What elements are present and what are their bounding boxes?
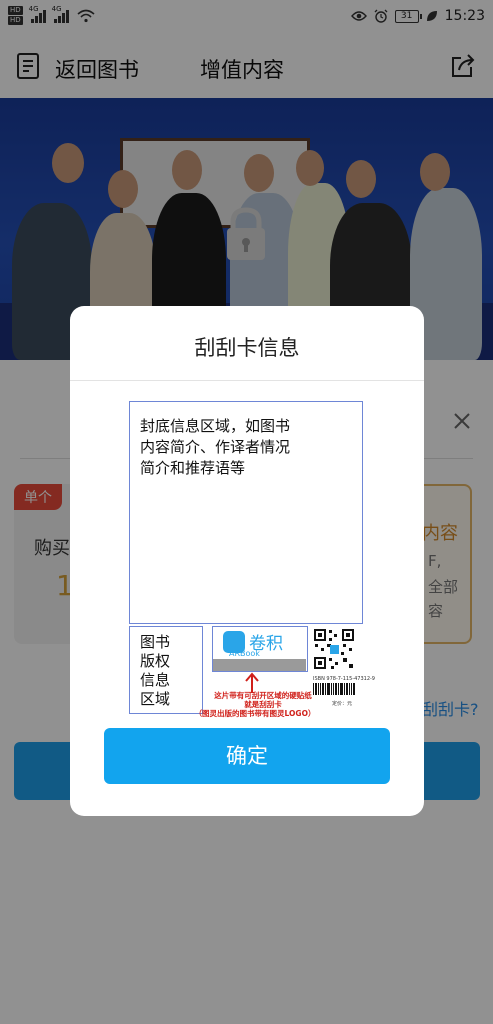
qr-code-icon	[313, 628, 355, 670]
arbook-subtitle: ARBook	[229, 649, 260, 658]
back-cover-area: 封底信息区域，如图书内容简介、作译者情况简介和推荐语等	[129, 401, 363, 624]
scratch-card-dialog: 刮刮卡信息 封底信息区域，如图书内容简介、作译者情况简介和推荐语等 图书版权信息…	[70, 306, 424, 816]
scratch-strip	[213, 659, 306, 671]
price-text: 定价：元	[332, 701, 353, 707]
confirm-button[interactable]: 确定	[104, 728, 390, 784]
dialog-title: 刮刮卡信息	[194, 336, 300, 360]
back-cover-text: 封底信息区域，如图书内容简介、作译者情况简介和推荐语等	[140, 417, 291, 477]
scratch-sticker: 卷积 ARBook	[212, 626, 308, 672]
dialog-divider	[70, 380, 424, 381]
note-line-3: （图灵出版的图书带有图灵LOGO）	[194, 709, 316, 718]
copyright-text: 图书版权信息区域	[140, 633, 171, 708]
isbn-text: ISBN 978-7-115-47312-9	[313, 676, 375, 682]
barcode-icon	[313, 683, 355, 695]
